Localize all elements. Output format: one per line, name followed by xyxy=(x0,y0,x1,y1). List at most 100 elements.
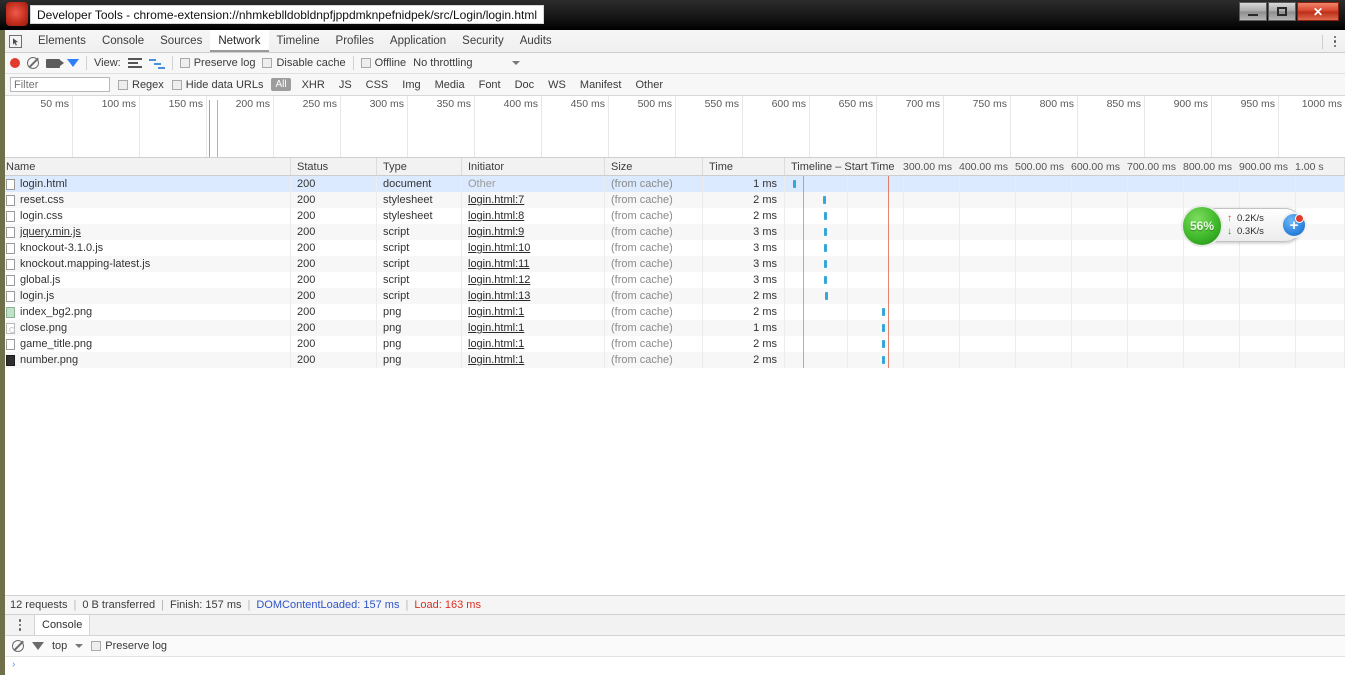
console-preserve-log-checkbox[interactable]: Preserve log xyxy=(91,640,167,652)
cell-initiator-text[interactable]: login.html:13 xyxy=(468,290,530,302)
checkbox-box xyxy=(118,79,128,90)
type-filter-font[interactable]: Font xyxy=(476,78,504,92)
cell-initiator-text[interactable]: login.html:8 xyxy=(468,210,524,222)
minimize-button[interactable] xyxy=(1239,2,1267,21)
tab-security[interactable]: Security xyxy=(454,30,512,52)
table-row[interactable]: jquery.min.js 200 script login.html:9 (from … xyxy=(0,224,1345,240)
disable-cache-checkbox[interactable]: Disable cache xyxy=(262,57,346,69)
tab-audits[interactable]: Audits xyxy=(512,30,560,52)
clear-icon[interactable] xyxy=(27,57,39,69)
column-header-timeline-start-time[interactable]: Timeline – Start Time 300.00 ms 400.00 ms 5… xyxy=(785,158,1345,175)
inspect-element-icon[interactable] xyxy=(6,32,24,50)
filter-funnel-icon[interactable] xyxy=(67,59,79,79)
network-overview-timeline[interactable]: 50 ms 100 ms 150 ms 200 ms 250 ms 300 ms 350 m… xyxy=(0,96,1345,158)
cell-initiator-text[interactable]: login.html:1 xyxy=(468,322,524,334)
table-row[interactable]: global.js 200 script login.html:12 (from cac… xyxy=(0,272,1345,288)
network-speed-widget[interactable]: 56% ↑ 0.2K/s ↓ 0.3K/s + xyxy=(1181,205,1307,247)
tab-elements[interactable]: Elements xyxy=(30,30,94,52)
table-row[interactable]: login.html 200 document Other (from cache) 1 … xyxy=(0,176,1345,192)
cell-initiator-text[interactable]: login.html:1 xyxy=(468,306,524,318)
camera-icon[interactable] xyxy=(46,58,64,68)
column-header-type[interactable]: Type xyxy=(377,158,462,175)
column-header-time[interactable]: Time xyxy=(703,158,785,175)
waterfall-bar[interactable] xyxy=(824,260,828,268)
waterfall-bar[interactable] xyxy=(824,292,828,300)
type-filter-media[interactable]: Media xyxy=(432,78,468,92)
console-context-select[interactable]: top xyxy=(52,640,67,652)
waterfall-bar[interactable] xyxy=(882,340,886,348)
waterfall-bar[interactable] xyxy=(823,244,827,252)
table-row[interactable]: number.png 200 png login.html:1 (from cache)… xyxy=(0,352,1345,368)
waterfall-bar[interactable] xyxy=(882,324,886,332)
tab-sources[interactable]: Sources xyxy=(152,30,210,52)
filter-input[interactable] xyxy=(10,77,110,92)
add-button[interactable]: + xyxy=(1281,212,1307,238)
column-header-status[interactable]: Status xyxy=(291,158,377,175)
chevron-down-icon[interactable] xyxy=(75,644,84,648)
tab-console[interactable]: Console xyxy=(94,30,152,52)
hide-data-urls-checkbox[interactable]: Hide data URLs xyxy=(171,79,263,91)
maximize-button[interactable] xyxy=(1268,2,1296,21)
close-button[interactable]: ✕ xyxy=(1297,2,1339,21)
list-view-icon[interactable] xyxy=(127,58,142,68)
offline-checkbox[interactable]: Offline xyxy=(360,57,406,69)
waterfall-gridline xyxy=(1183,272,1184,288)
console-input-area[interactable]: › xyxy=(0,657,1345,675)
chevron-down-icon[interactable] xyxy=(512,61,521,65)
waterfall-view-icon[interactable] xyxy=(148,58,165,69)
column-header-size[interactable]: Size xyxy=(605,158,703,175)
request-name: reset.css xyxy=(20,194,65,206)
cell-name: number.png xyxy=(0,352,291,368)
clear-icon[interactable] xyxy=(12,640,24,652)
cell-type-text: script xyxy=(383,258,410,270)
table-row[interactable]: reset.css 200 stylesheet login.html:7 (from … xyxy=(0,192,1345,208)
type-filter-css[interactable]: CSS xyxy=(363,78,392,92)
table-row[interactable]: knockout-3.1.0.js 200 script login.html:10 (… xyxy=(0,240,1345,256)
table-row[interactable]: close.png 200 png login.html:1 (from cache) 1… xyxy=(0,320,1345,336)
tab-network[interactable]: Network xyxy=(210,30,269,52)
waterfall-gridline xyxy=(1127,352,1128,368)
waterfall-bar[interactable] xyxy=(793,180,797,188)
table-row[interactable]: login.js 200 script login.html:13 (from cach… xyxy=(0,288,1345,304)
cell-initiator-text[interactable]: login.html:1 xyxy=(468,338,524,350)
drawer-tab-console[interactable]: Console xyxy=(34,615,91,635)
type-filter-js[interactable]: JS xyxy=(336,78,355,92)
cell-initiator-text[interactable]: login.html:10 xyxy=(468,242,530,254)
table-row[interactable]: knockout.mapping-latest.js 200 script login… xyxy=(0,256,1345,272)
waterfall-bar[interactable] xyxy=(824,276,828,284)
tab-timeline[interactable]: Timeline xyxy=(269,30,328,52)
table-row[interactable]: index_bg2.png 200 png login.html:1 (from cac… xyxy=(0,304,1345,320)
type-filter-manifest[interactable]: Manifest xyxy=(577,78,625,92)
type-filter-ws[interactable]: WS xyxy=(545,78,569,92)
cell-time-text: 3 ms xyxy=(753,258,777,270)
type-filter-img[interactable]: Img xyxy=(399,78,423,92)
cell-initiator-text[interactable]: login.html:9 xyxy=(468,226,524,238)
record-icon[interactable] xyxy=(10,58,20,68)
waterfall-bar[interactable] xyxy=(824,228,828,236)
more-vertical-icon[interactable] xyxy=(1329,35,1341,48)
table-row[interactable]: game_title.png 200 png login.html:1 (from ca… xyxy=(0,336,1345,352)
type-filter-all[interactable]: All xyxy=(271,78,291,91)
regex-checkbox[interactable]: Regex xyxy=(118,79,164,91)
throttling-select[interactable]: No throttling xyxy=(413,57,472,69)
tab-profiles[interactable]: Profiles xyxy=(328,30,382,52)
preserve-log-checkbox[interactable]: Preserve log xyxy=(179,57,255,69)
waterfall-bar[interactable] xyxy=(823,212,827,220)
cell-initiator-text[interactable]: login.html:12 xyxy=(468,274,530,286)
cell-initiator-text[interactable]: login.html:7 xyxy=(468,194,524,206)
cell-initiator-text[interactable]: login.html:1 xyxy=(468,354,524,366)
waterfall-bar[interactable] xyxy=(823,196,827,204)
type-filter-doc[interactable]: Doc xyxy=(512,78,538,92)
cell-initiator-text[interactable]: login.html:11 xyxy=(468,258,530,270)
column-header-name[interactable]: Name xyxy=(0,158,291,175)
type-filter-xhr[interactable]: XHR xyxy=(299,78,328,92)
waterfall-bar[interactable] xyxy=(881,308,885,316)
filter-funnel-icon[interactable] xyxy=(32,642,44,662)
tab-application[interactable]: Application xyxy=(382,30,454,52)
type-filter-other[interactable]: Other xyxy=(632,78,666,92)
waterfall-bar[interactable] xyxy=(882,356,886,364)
column-header-initiator[interactable]: Initiator xyxy=(462,158,605,175)
more-vertical-icon[interactable] xyxy=(14,619,26,631)
table-row[interactable]: login.css 200 stylesheet login.html:8 (from … xyxy=(0,208,1345,224)
console-prompt-icon: › xyxy=(12,659,16,670)
